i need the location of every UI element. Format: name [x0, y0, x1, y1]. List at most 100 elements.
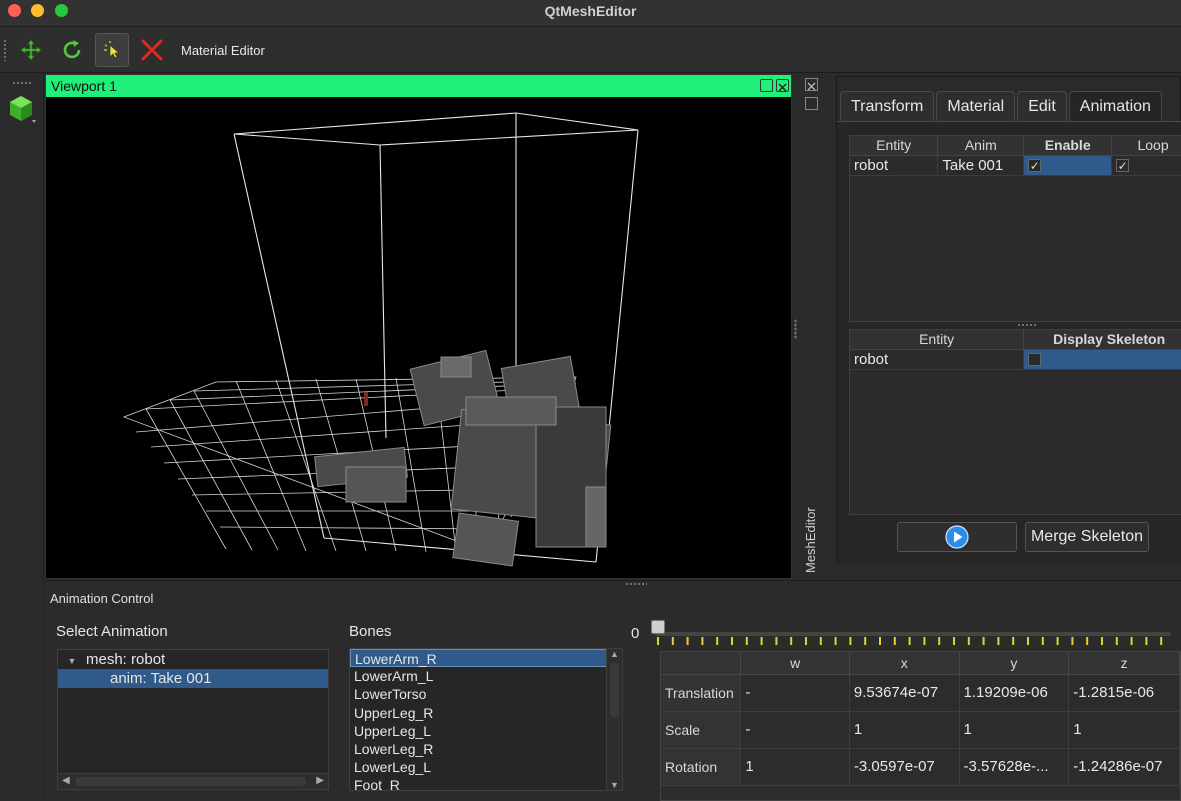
display-skeleton-checkbox[interactable]	[1028, 353, 1042, 367]
rotation-z[interactable]: -1.24286e-07	[1068, 748, 1180, 786]
table-row[interactable]: robot	[850, 349, 1181, 370]
material-editor-button[interactable]: Material Editor	[181, 43, 265, 58]
translation-x[interactable]: 9.53674e-07	[849, 674, 960, 712]
col-loop[interactable]: Loop	[1111, 136, 1181, 156]
viewport-close-button[interactable]	[776, 79, 789, 92]
rotation-y[interactable]: -3.57628e-...	[959, 748, 1070, 786]
slider-tick	[1145, 637, 1148, 645]
bones-vertical-scrollbar[interactable]: ▲ ▼	[606, 649, 622, 790]
dock-float-button[interactable]	[805, 97, 818, 110]
slider-tick	[1056, 637, 1059, 645]
time-slider-thumb[interactable]	[651, 620, 665, 634]
tree-horizontal-scrollbar[interactable]: ◀ ▶	[58, 773, 328, 789]
animation-control-panel: Animation Control Select Animation ▼ mesh…	[45, 580, 1181, 801]
col-y[interactable]: y	[959, 652, 1070, 675]
list-item[interactable]: UpperLeg_L	[350, 722, 622, 740]
list-item[interactable]: LowerLeg_R	[350, 740, 622, 758]
time-slider-value: 0	[631, 625, 640, 642]
scroll-thumb[interactable]	[610, 663, 619, 717]
table-row[interactable]: Translation - 9.53674e-07 1.19209e-06 -1…	[661, 674, 1180, 712]
tab-transform[interactable]: Transform	[840, 91, 935, 121]
col-entity[interactable]: Entity	[850, 136, 939, 156]
tab-animation[interactable]: Animation	[1068, 91, 1162, 121]
animation-tree[interactable]: ▼ mesh: robot anim: Take 001 ◀ ▶	[57, 649, 329, 790]
col-x[interactable]: x	[849, 652, 960, 675]
move-button[interactable]	[14, 33, 48, 67]
entity-cell[interactable]: robot	[850, 349, 1025, 370]
slider-tick	[893, 637, 896, 645]
scroll-down-icon[interactable]: ▼	[610, 780, 619, 790]
table-row[interactable]: robot Take 001 ✓ ✓	[850, 155, 1181, 176]
translation-z[interactable]: -1.2815e-06	[1068, 674, 1180, 712]
close-icon	[807, 82, 816, 91]
slider-tick	[1086, 637, 1089, 645]
select-button[interactable]	[95, 33, 129, 67]
tree-item-label: anim: Take 001	[110, 670, 212, 687]
rotate-icon	[63, 40, 81, 59]
table-row[interactable]: Scale - 1 1 1	[661, 711, 1180, 749]
display-skeleton-cell[interactable]	[1023, 349, 1181, 370]
slider-tick	[864, 637, 867, 645]
rotate-button[interactable]	[55, 33, 89, 67]
scale-x[interactable]: 1	[849, 711, 960, 749]
entity-cell[interactable]: robot	[850, 155, 939, 176]
rotation-x[interactable]: -3.0597e-07	[849, 748, 960, 786]
panel-resize-handle[interactable]	[625, 582, 647, 586]
dock-resize-handle[interactable]	[794, 319, 797, 339]
time-slider-track[interactable]	[655, 632, 1171, 636]
slider-tick	[938, 637, 941, 645]
dock-close-button[interactable]	[805, 78, 818, 91]
loop-cell[interactable]: ✓	[1111, 155, 1181, 176]
col-w[interactable]: w	[740, 652, 850, 675]
enable-cell[interactable]: ✓	[1023, 155, 1113, 176]
col-anim[interactable]: Anim	[937, 136, 1025, 156]
col-empty	[661, 652, 742, 675]
list-item[interactable]: LowerArm_L	[350, 667, 622, 685]
translation-w[interactable]: -	[740, 674, 850, 712]
col-z[interactable]: z	[1068, 652, 1180, 675]
enable-checkbox[interactable]: ✓	[1028, 159, 1042, 173]
list-item[interactable]: UpperLeg_R	[350, 704, 622, 722]
left-toolbar-grip[interactable]	[12, 81, 32, 85]
scale-w[interactable]: -	[740, 711, 850, 749]
play-button[interactable]	[897, 522, 1017, 552]
viewport-header: Viewport 1	[46, 75, 791, 97]
slider-tick	[1041, 637, 1044, 645]
rotation-w[interactable]: 1	[740, 748, 850, 786]
scale-z[interactable]: 1	[1068, 711, 1180, 749]
delete-icon	[141, 39, 163, 61]
list-item[interactable]: LowerArm_R	[350, 649, 622, 668]
small-figure	[364, 392, 368, 406]
list-item[interactable]: Foot_R	[350, 776, 622, 790]
scroll-left-icon[interactable]: ◀	[62, 775, 70, 786]
toolbar-grip-handle[interactable]	[3, 39, 8, 61]
slider-tick	[775, 637, 778, 645]
tree-item-mesh[interactable]: ▼ mesh: robot	[58, 650, 328, 669]
tab-material[interactable]: Material	[936, 91, 1016, 121]
col-display-skeleton[interactable]: Display Skeleton	[1023, 330, 1181, 350]
list-item[interactable]: LowerTorso	[350, 685, 622, 703]
col-enable[interactable]: Enable	[1023, 136, 1113, 156]
list-item[interactable]: LowerLeg_L	[350, 758, 622, 776]
3d-viewport-canvas[interactable]	[46, 97, 791, 578]
scroll-up-icon[interactable]: ▲	[610, 649, 619, 659]
loop-checkbox[interactable]: ✓	[1116, 159, 1130, 173]
scale-y[interactable]: 1	[959, 711, 1070, 749]
scroll-thumb[interactable]	[76, 777, 306, 786]
translation-y[interactable]: 1.19209e-06	[959, 674, 1070, 712]
tree-item-anim[interactable]: anim: Take 001	[58, 669, 328, 688]
add-primitive-button[interactable]	[8, 94, 38, 126]
viewport-float-button[interactable]	[760, 79, 773, 92]
delete-button[interactable]	[135, 33, 169, 67]
row-header-scale: Scale	[661, 711, 742, 749]
slider-tick	[1115, 637, 1118, 645]
bones-list[interactable]: LowerArm_R LowerArm_L LowerTorso UpperLe…	[349, 648, 623, 791]
anim-cell[interactable]: Take 001	[937, 155, 1025, 176]
tab-edit[interactable]: Edit	[1017, 91, 1067, 121]
table-row[interactable]: Rotation 1 -3.0597e-07 -3.57628e-... -1.…	[661, 748, 1180, 786]
splitter-handle[interactable]	[1017, 323, 1037, 327]
merge-skeleton-button[interactable]: Merge Skeleton	[1025, 522, 1149, 552]
bone-transform-table: w x y z Translation - 9.53674e-07 1.1920…	[660, 651, 1181, 801]
scroll-right-icon[interactable]: ▶	[316, 775, 324, 786]
col-entity[interactable]: Entity	[850, 330, 1025, 350]
